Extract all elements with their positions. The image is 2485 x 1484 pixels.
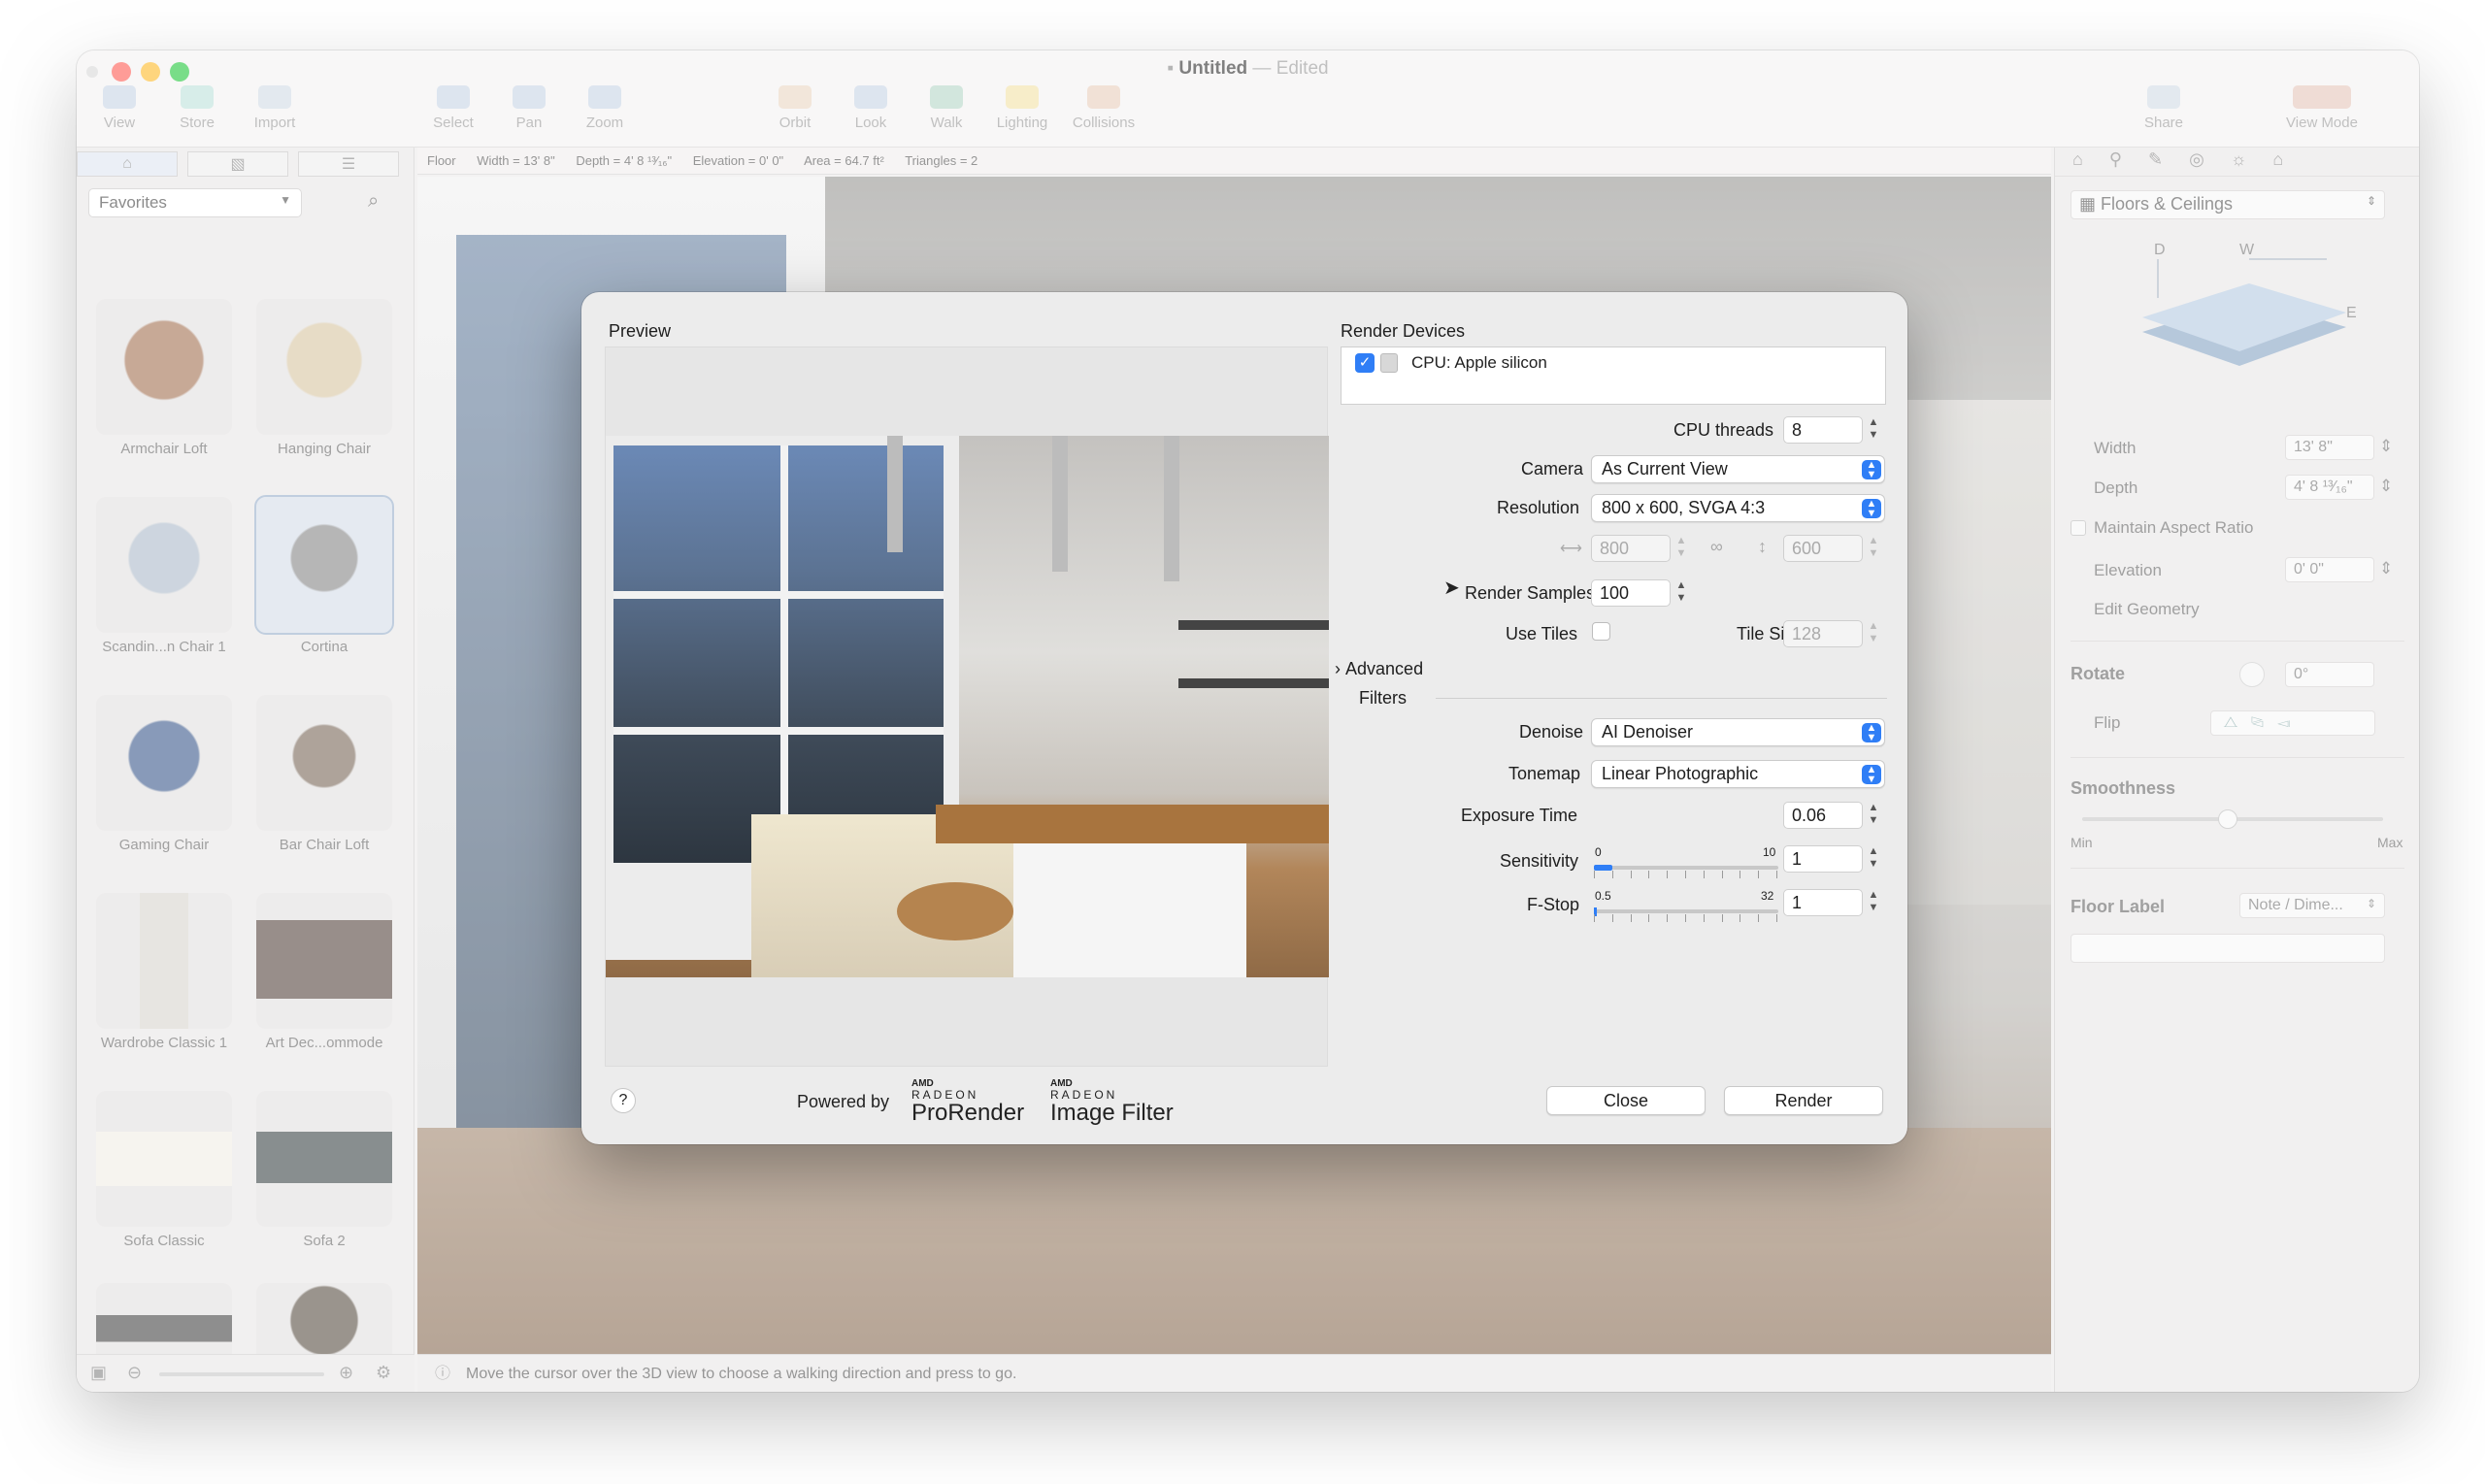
preview-image [606, 436, 1329, 977]
preview-shelf [1178, 678, 1329, 688]
help-button[interactable]: ? [611, 1088, 636, 1113]
render-devices-list: ✓ CPU: Apple silicon [1341, 346, 1886, 405]
cpu-threads-stepper[interactable]: ▲ ▼ [1866, 416, 1881, 444]
exposure-label: Exposure Time [1461, 806, 1578, 825]
device-checkbox[interactable]: ✓ [1355, 353, 1375, 373]
sensitivity-stepper[interactable]: ▲ ▼ [1866, 845, 1881, 873]
resolution-label: Resolution [1497, 498, 1580, 517]
slider-tick [1611, 871, 1613, 878]
slider-tick [1721, 871, 1723, 878]
slider-tick [1703, 871, 1705, 878]
link-icon[interactable]: ∞ [1710, 537, 1723, 557]
preview-desk-base [1013, 843, 1246, 977]
slider-tick [1776, 914, 1777, 922]
prorender-logo: AMD RADEON ProRender [911, 1078, 1025, 1126]
use-tiles-label: Use Tiles [1506, 624, 1578, 643]
slider-tick [1703, 914, 1705, 922]
render-samples-field[interactable]: 100 [1591, 579, 1671, 607]
height-icon: ↕ [1758, 537, 1767, 556]
preview-mullion [613, 591, 944, 599]
exposure-stepper[interactable]: ▲ ▼ [1866, 802, 1881, 829]
fstop-slider[interactable] [1594, 905, 1778, 922]
fstop-min-label: 0.5 [1595, 889, 1611, 903]
chevron-updown-icon: ▲ ▼ [1862, 499, 1881, 519]
render-samples-label: Render Samples [1465, 583, 1596, 603]
preview-pendant [1164, 436, 1179, 581]
render-devices-label: Render Devices [1341, 321, 1466, 341]
slider-tick [1630, 914, 1632, 922]
resolution-height-stepper[interactable]: ▲ ▼ [1866, 535, 1881, 562]
tile-size-field[interactable]: 128 [1783, 620, 1863, 647]
filters-label: Filters [1359, 688, 1407, 708]
use-tiles-checkbox[interactable] [1592, 622, 1610, 641]
preview-desk [936, 805, 1329, 843]
slider-tick [1667, 871, 1669, 878]
powered-by-label: Powered by [797, 1092, 890, 1111]
mouse-cursor-icon: ➤ [1443, 577, 1460, 599]
slider-tick [1594, 871, 1595, 878]
advanced-disclosure[interactable]: › Advanced [1335, 659, 1423, 679]
preview-mullion [780, 445, 788, 863]
tonemap-label: Tonemap [1508, 764, 1581, 783]
image-filter-logo: AMD RADEON Image Filter [1050, 1078, 1174, 1126]
slider-tick [1721, 914, 1723, 922]
slider-tick [1667, 914, 1669, 922]
slider-tick [1758, 871, 1760, 878]
fstop-ticks [1594, 910, 1778, 922]
slider-tick [1776, 871, 1777, 878]
resolution-width-field[interactable]: 800 [1591, 535, 1671, 562]
slider-tick [1594, 914, 1595, 922]
fstop-stepper[interactable]: ▲ ▼ [1866, 889, 1881, 916]
chevron-updown-icon: ▲ ▼ [1862, 765, 1881, 785]
resolution-width-stepper[interactable]: ▲ ▼ [1673, 535, 1689, 562]
sensitivity-field[interactable]: 1 [1783, 845, 1863, 873]
camera-select[interactable]: As Current View ▲ ▼ [1591, 455, 1885, 483]
width-icon: ⟷ [1560, 541, 1582, 557]
chevron-updown-icon: ▲ ▼ [1862, 723, 1881, 743]
tile-size-stepper[interactable]: ▲ ▼ [1866, 620, 1881, 647]
close-button[interactable]: Close [1546, 1086, 1706, 1115]
chevron-right-icon: › [1335, 659, 1341, 678]
render-dialog: Preview Render Devices ✓ CPU: Apple sili… [581, 292, 1907, 1144]
slider-tick [1648, 871, 1650, 878]
slider-tick [1685, 914, 1686, 922]
slider-tick [1630, 871, 1632, 878]
resolution-height-field[interactable]: 600 [1783, 535, 1863, 562]
chip-icon [1380, 353, 1398, 373]
slider-tick [1758, 914, 1760, 922]
preview-label: Preview [609, 321, 672, 341]
sensitivity-slider[interactable] [1594, 861, 1778, 878]
sensitivity-ticks [1594, 867, 1778, 878]
sensitivity-min-label: 0 [1595, 845, 1602, 859]
slider-tick [1648, 914, 1650, 922]
preview-pendant [887, 436, 903, 552]
preview-stool [897, 882, 1013, 940]
fstop-field[interactable]: 1 [1783, 889, 1863, 916]
denoise-label: Denoise [1519, 722, 1584, 742]
sensitivity-label: Sensitivity [1500, 851, 1579, 871]
denoise-select[interactable]: AI Denoiser ▲ ▼ [1591, 718, 1885, 746]
cpu-threads-field[interactable]: 8 [1783, 416, 1863, 444]
fstop-max-label: 32 [1761, 889, 1774, 903]
preview-mullion [613, 727, 944, 735]
preview-area [605, 346, 1329, 1067]
resolution-select[interactable]: 800 x 600, SVGA 4:3 ▲ ▼ [1591, 494, 1885, 522]
exposure-field[interactable]: 0.06 [1783, 802, 1863, 829]
filters-divider [1436, 698, 1887, 699]
chevron-updown-icon: ▲ ▼ [1862, 460, 1881, 480]
slider-tick [1685, 871, 1686, 878]
render-samples-stepper[interactable]: ▲ ▼ [1673, 579, 1689, 607]
sensitivity-max-label: 10 [1763, 845, 1776, 859]
render-button[interactable]: Render [1724, 1086, 1883, 1115]
preview-shelf [1178, 620, 1329, 630]
tonemap-select[interactable]: Linear Photographic ▲ ▼ [1591, 760, 1885, 788]
camera-label: Camera [1521, 459, 1584, 478]
slider-tick [1611, 914, 1613, 922]
fstop-label: F-Stop [1527, 895, 1580, 914]
preview-pendant [1052, 436, 1068, 572]
device-name: CPU: Apple silicon [1411, 353, 1547, 372]
